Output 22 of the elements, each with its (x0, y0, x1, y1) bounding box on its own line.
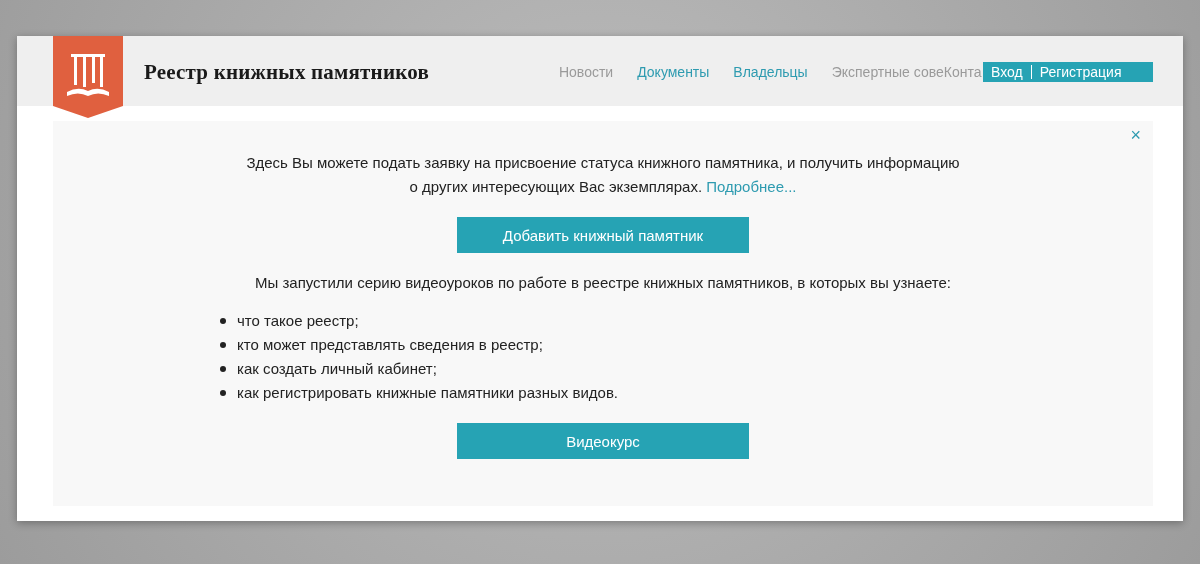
topic-item: как создать личный кабинет; (237, 359, 437, 379)
auth-link[interactable]: Вход (991, 64, 1023, 80)
topic-item: как регистрировать книжные памятники разных видов. (237, 383, 619, 403)
topic-item: кто может представлять сведения в реестр; (237, 335, 543, 355)
close-button[interactable]: × (1126, 125, 1145, 146)
intro-text: Здесь Вы можете подать заявку на присвоение статуса книжного памятника, и получить информацию о других интересующих Вас экземплярах. Подробнее... (245, 153, 961, 197)
nav-link[interactable]: Конта (943, 64, 982, 80)
more-link[interactable]: Подробнее... (706, 178, 797, 195)
nav-link[interactable]: Владельцы (733, 64, 808, 80)
bullet-icon (220, 318, 226, 324)
add-button[interactable]: Добавить книжный памятник (457, 217, 749, 253)
nav-link[interactable]: Экспертные сове (831, 64, 944, 80)
video-button[interactable]: Видеокурс (457, 423, 749, 459)
bullet-icon (220, 366, 226, 372)
nav-link[interactable]: Документы (637, 64, 710, 80)
site-title: Реестр книжных памятников (144, 60, 429, 85)
bullet-icon (220, 342, 226, 348)
topic-item: что такое реестр; (237, 311, 359, 331)
auth-link[interactable]: Регистрация (1039, 64, 1122, 80)
bullet-icon (220, 390, 226, 396)
video-text: Мы запустили серию видеоуроков по работе в реестре книжных памятников, в которых вы узнаете: (254, 273, 952, 293)
nav-link[interactable]: Новости (558, 64, 614, 80)
